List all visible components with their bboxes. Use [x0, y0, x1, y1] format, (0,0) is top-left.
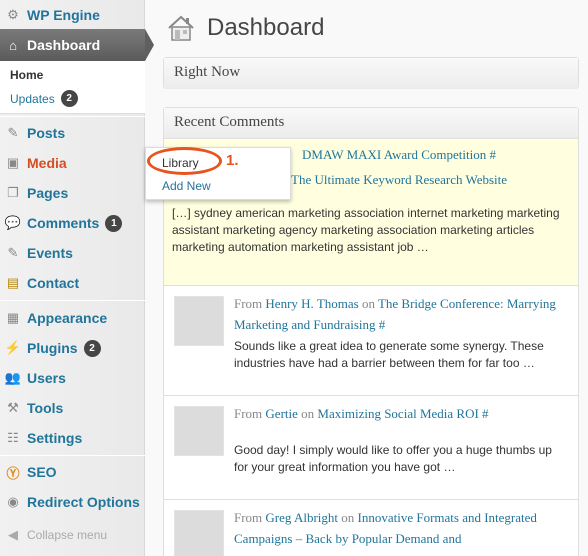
menu-separator — [0, 455, 145, 456]
avatar — [174, 406, 224, 456]
comment-meta: From Gertie on Maximizing Social Media R… — [234, 406, 489, 421]
submenu-updates[interactable]: Updates 2 — [10, 90, 78, 107]
pages-icon: ❐ — [7, 185, 19, 200]
updates-count-badge: 2 — [60, 90, 78, 107]
users-icon: 👥 — [4, 370, 22, 385]
sidebar-item-seo[interactable]: Ⓨ SEO — [0, 457, 145, 487]
comment-post-link[interactable]: The Ultimate Keyword Research Website — [291, 172, 507, 188]
settings-icon: ☷ — [7, 430, 19, 445]
sidebar-item-redirect-options[interactable]: ◉ Redirect Options — [0, 487, 145, 517]
sidebar-item-media[interactable]: ▣ Media — [0, 148, 145, 178]
redirect-icon: ◉ — [7, 494, 19, 509]
sidebar-item-contact[interactable]: ▤ Contact — [0, 268, 145, 298]
comment-excerpt: […] sydney american marketing associatio… — [172, 206, 560, 254]
sidebar-item-pages[interactable]: ❐ Pages — [0, 178, 145, 208]
active-menu-arrow — [145, 29, 154, 61]
flyout-add-new[interactable]: Add New — [162, 179, 211, 193]
seo-icon: Ⓨ — [6, 465, 20, 481]
dashboard-submenu: Home Updates 2 — [0, 61, 145, 114]
annotation-step-label: 1. — [226, 152, 239, 169]
plugins-icon: ⚡ — [4, 340, 22, 355]
comment-author-link[interactable]: Henry H. Thomas — [265, 296, 358, 311]
annotation-circle — [147, 147, 222, 175]
comment-item: From Gertie on Maximizing Social Media R… — [164, 396, 578, 500]
site-name-link[interactable]: ⚙ WP Engine — [0, 0, 145, 30]
sidebar-item-tools[interactable]: ⚒ Tools — [0, 393, 145, 423]
home-icon — [168, 15, 194, 41]
pin-icon: ✎ — [7, 125, 19, 140]
sidebar-item-settings[interactable]: ☷ Settings — [0, 423, 145, 453]
pin-icon: ✎ — [7, 245, 19, 260]
sidebar-item-events[interactable]: ✎ Events — [0, 238, 145, 268]
plugins-count-badge: 2 — [83, 339, 101, 357]
comment-post-link[interactable]: Maximizing Social Media ROI # — [317, 406, 488, 421]
home-icon: ⌂ — [9, 37, 17, 53]
comment-meta: From Greg Albright on Innovative Formats… — [234, 510, 537, 546]
recent-comments-header[interactable]: Recent Comments — [164, 108, 578, 139]
comments-count-badge: 1 — [105, 214, 123, 232]
gear-icon: ⚙ — [7, 7, 19, 22]
collapse-icon: ◀ — [8, 527, 18, 542]
comment-item: From Henry H. Thomas on The Bridge Confe… — [164, 286, 578, 396]
right-now-widget: Right Now — [163, 57, 579, 89]
comment-author-link[interactable]: Greg Albright — [265, 510, 338, 525]
sidebar-item-plugins[interactable]: ⚡ Plugins 2 — [0, 333, 145, 363]
sidebar-item-dashboard[interactable]: ⌂ Dashboard — [0, 29, 145, 61]
tools-icon: ⚒ — [7, 400, 19, 415]
admin-sidebar: ⚙ WP Engine ⌂ Dashboard Home Updates 2 ✎… — [0, 0, 154, 556]
sidebar-item-users[interactable]: 👥 Users — [0, 363, 145, 393]
avatar — [174, 510, 224, 556]
appearance-icon: ▦ — [6, 310, 20, 325]
sidebar-item-comments[interactable]: 💬 Comments 1 — [0, 208, 145, 238]
comments-icon: 💬 — [4, 215, 22, 230]
comment-meta: From Henry H. Thomas on The Bridge Confe… — [234, 296, 556, 332]
comment-excerpt: Sounds like a great idea to generate som… — [234, 339, 544, 370]
page-title: Dashboard — [207, 14, 325, 41]
sidebar-item-appearance[interactable]: ▦ Appearance — [0, 303, 145, 333]
menu-separator — [0, 300, 145, 301]
right-now-header[interactable]: Right Now — [164, 58, 578, 89]
collapse-menu-button[interactable]: ◀ Collapse menu — [0, 520, 145, 550]
comment-excerpt: Good day! I simply would like to offer y… — [234, 443, 552, 474]
sidebar-item-posts[interactable]: ✎ Posts — [0, 118, 145, 148]
comment-post-link[interactable]: DMAW MAXI Award Competition # — [302, 147, 496, 163]
contact-icon: ▤ — [6, 275, 20, 290]
comment-author-link[interactable]: Gertie — [265, 406, 297, 421]
comment-item: From Greg Albright on Innovative Formats… — [164, 500, 578, 556]
media-icon: ▣ — [6, 155, 20, 170]
submenu-home[interactable]: Home — [10, 68, 43, 82]
menu-separator — [0, 116, 145, 117]
avatar — [174, 296, 224, 346]
